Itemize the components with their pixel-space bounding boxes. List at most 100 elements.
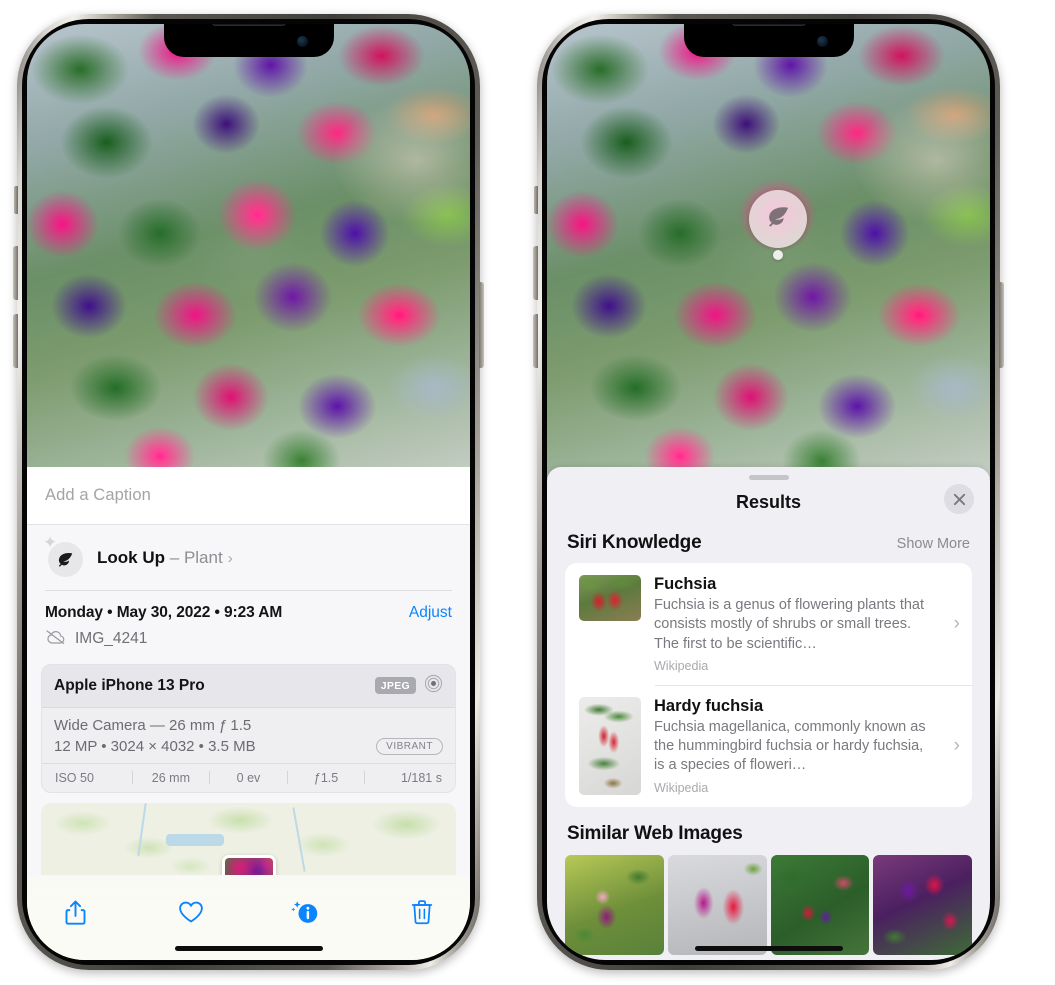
- web-image-thumbnail[interactable]: [770, 854, 870, 955]
- result-title: Hardy fuchsia: [654, 696, 764, 715]
- look-up-subject: Plant: [183, 548, 223, 567]
- left-phone-device: Add a Caption ✦ ✦ Look Up –: [13, 14, 484, 970]
- knowledge-result-row[interactable]: Hardy fuchsia Fuchsia magellanica, commo…: [565, 684, 972, 807]
- cloud-slash-icon: [45, 629, 66, 650]
- mute-switch[interactable]: [14, 186, 18, 214]
- front-camera: [296, 36, 308, 47]
- results-sheet: Results Siri Knowledge Show More Fuchsia…: [547, 467, 990, 960]
- result-source: Wikipedia: [654, 780, 709, 795]
- camera-card-body: Wide Camera — 26 mm ƒ 1.5 12 MP • 3024 ×…: [42, 708, 455, 763]
- similar-web-images-strip[interactable]: [547, 854, 990, 955]
- camera-card-header: Apple iPhone 13 Pro JPEG: [42, 664, 455, 708]
- depth-circles-icon: [424, 674, 443, 698]
- size-row: 12 MP • 3024 × 4032 • 3.5 MB VIBRANT: [54, 737, 443, 755]
- map-road: [136, 802, 147, 856]
- map-road: [292, 807, 306, 872]
- info-button[interactable]: [284, 892, 328, 932]
- photo-viewer[interactable]: [547, 24, 990, 479]
- right-phone-screen: Results Siri Knowledge Show More Fuchsia…: [547, 24, 990, 960]
- siri-knowledge-card-group: Fuchsia Fuchsia is a genus of flowering …: [565, 563, 972, 807]
- lens-description: Wide Camera — 26 mm ƒ 1.5: [54, 716, 252, 734]
- share-button[interactable]: [53, 892, 97, 932]
- mute-switch[interactable]: [534, 186, 538, 214]
- caption-field-row[interactable]: Add a Caption: [27, 467, 470, 525]
- map-water: [165, 834, 224, 847]
- device-notch: [683, 24, 854, 57]
- exif-shutter: 1/181 s: [400, 770, 442, 785]
- resolution-and-size: 12 MP • 3024 × 4032 • 3.5 MB: [54, 737, 256, 755]
- result-thumbnail: [579, 696, 641, 795]
- adjust-button[interactable]: Adjust: [409, 604, 452, 622]
- similar-web-images-title: Similar Web Images: [567, 822, 743, 844]
- earpiece-speaker: [731, 24, 806, 26]
- pin-thumbnail-image: [224, 857, 273, 875]
- volume-down-button[interactable]: [13, 314, 18, 368]
- home-indicator[interactable]: [174, 946, 323, 951]
- web-image-thumbnail[interactable]: [565, 854, 664, 955]
- result-thumbnail: [579, 575, 641, 621]
- similar-web-images-header: Similar Web Images: [547, 807, 990, 853]
- photo-thumbnail-pin[interactable]: [221, 854, 276, 875]
- chevron-right-icon: ›: [953, 612, 960, 634]
- photo-highlight-overlay: [547, 24, 990, 479]
- right-phone-device: Results Siri Knowledge Show More Fuchsia…: [533, 14, 1004, 970]
- result-description: Fuchsia is a genus of flowering plants t…: [654, 597, 925, 652]
- web-image-thumbnail[interactable]: [667, 854, 767, 955]
- photo-filename: IMG_4241: [75, 630, 148, 647]
- exif-focal: 26 mm: [151, 770, 190, 785]
- metadata-block: Monday • May 30, 2022 • 9:23 AM Adjust I…: [27, 591, 470, 656]
- leaf-icon: [765, 203, 792, 235]
- chevron-right-icon: ›: [953, 734, 960, 756]
- result-body: Fuchsia Fuchsia is a genus of flowering …: [654, 575, 939, 673]
- filename-row: IMG_4241: [45, 629, 452, 650]
- sheet-header: Results: [547, 480, 990, 524]
- power-button[interactable]: [479, 282, 484, 368]
- close-button[interactable]: [944, 484, 974, 514]
- screenshot-canvas: Add a Caption ✦ ✦ Look Up –: [0, 0, 1055, 985]
- look-up-label: Look Up – Plant: [97, 548, 223, 568]
- photo-highlight-overlay: [27, 24, 470, 479]
- format-badge: JPEG: [374, 677, 416, 694]
- location-map[interactable]: [41, 802, 456, 875]
- visual-look-up-pointer-dot: [773, 250, 783, 260]
- volume-up-button[interactable]: [533, 246, 538, 300]
- front-camera: [816, 36, 828, 47]
- result-source: Wikipedia: [654, 658, 709, 673]
- web-image-thumbnail[interactable]: [873, 854, 972, 955]
- look-up-title: Look Up: [97, 548, 165, 567]
- caption-placeholder: Add a Caption: [45, 486, 151, 504]
- look-up-icon-group: ✦ ✦: [43, 534, 83, 577]
- home-indicator[interactable]: [694, 946, 843, 951]
- delete-button[interactable]: [400, 892, 444, 932]
- photographic-style-chip: VIBRANT: [376, 737, 443, 755]
- favorite-button[interactable]: [169, 892, 213, 932]
- photo-date: Monday • May 30, 2022 • 9:23 AM: [45, 603, 283, 621]
- exif-iso: ISO 50: [55, 770, 94, 785]
- photo-viewer[interactable]: [27, 24, 470, 479]
- knowledge-result-row[interactable]: Fuchsia Fuchsia is a genus of flowering …: [565, 563, 972, 685]
- power-button[interactable]: [999, 282, 1004, 368]
- look-up-dash: –: [169, 548, 180, 567]
- left-phone-screen: Add a Caption ✦ ✦ Look Up –: [27, 24, 470, 960]
- sheet-title: Results: [735, 491, 802, 512]
- siri-knowledge-title: Siri Knowledge: [567, 532, 702, 553]
- volume-down-button[interactable]: [533, 314, 538, 368]
- visual-look-up-badge[interactable]: [749, 190, 807, 248]
- camera-info-card[interactable]: Apple iPhone 13 Pro JPEG Wide Camera — 2…: [41, 663, 456, 793]
- chevron-right-icon: ›: [227, 549, 233, 567]
- earpiece-speaker: [211, 24, 286, 26]
- volume-up-button[interactable]: [13, 246, 18, 300]
- result-body: Hardy fuchsia Fuchsia magellanica, commo…: [654, 697, 939, 795]
- camera-device-name: Apple iPhone 13 Pro: [54, 676, 205, 694]
- device-notch: [163, 24, 334, 57]
- photo-info-panel: Add a Caption ✦ ✦ Look Up –: [27, 467, 470, 960]
- exif-exposure: 0 ev: [236, 770, 261, 785]
- show-more-button[interactable]: Show More: [897, 536, 970, 552]
- look-up-row[interactable]: ✦ ✦ Look Up – Plant ›: [27, 525, 470, 590]
- metadata-top-row: Monday • May 30, 2022 • 9:23 AM Adjust: [45, 604, 452, 622]
- result-description: Fuchsia magellanica, commonly known as t…: [654, 718, 926, 774]
- result-title: Fuchsia: [654, 575, 717, 593]
- leaf-icon: [48, 542, 83, 577]
- camera-header-badges: JPEG: [374, 674, 443, 698]
- exif-aperture: ƒ1.5: [313, 770, 339, 785]
